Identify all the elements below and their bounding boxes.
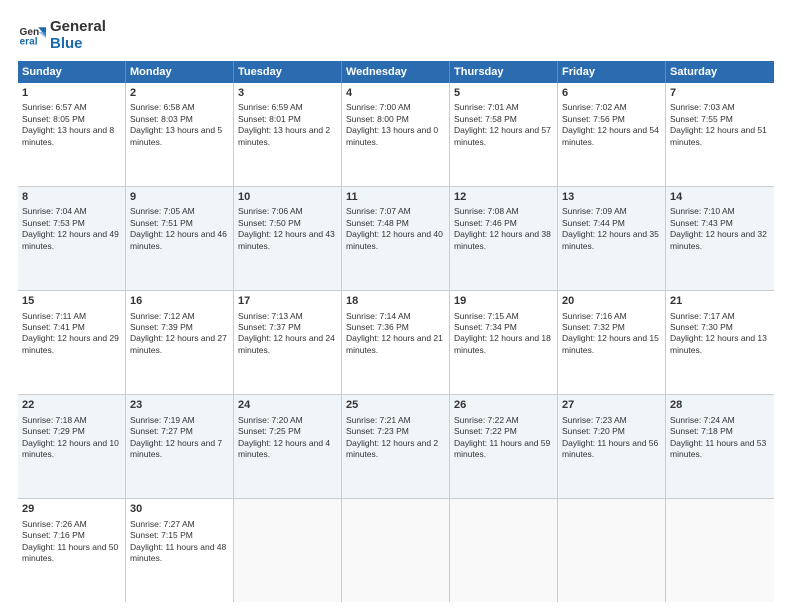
- logo: Gen eral General Blue: [18, 18, 106, 53]
- weekday-sunday: Sunday: [18, 61, 126, 83]
- logo-icon: Gen eral: [18, 21, 46, 49]
- calendar-header: Sunday Monday Tuesday Wednesday Thursday…: [18, 61, 774, 83]
- calendar-cell-1: 1Sunrise: 6:57 AMSunset: 8:05 PMDaylight…: [18, 83, 126, 186]
- calendar-cell-30: 30Sunrise: 7:27 AMSunset: 7:15 PMDayligh…: [126, 499, 234, 602]
- calendar-cell-25: 25Sunrise: 7:21 AMSunset: 7:23 PMDayligh…: [342, 395, 450, 498]
- calendar-cell-12: 12Sunrise: 7:08 AMSunset: 7:46 PMDayligh…: [450, 187, 558, 290]
- calendar-cell-23: 23Sunrise: 7:19 AMSunset: 7:27 PMDayligh…: [126, 395, 234, 498]
- calendar-cell-4: 4Sunrise: 7:00 AMSunset: 8:00 PMDaylight…: [342, 83, 450, 186]
- calendar-cell-19: 19Sunrise: 7:15 AMSunset: 7:34 PMDayligh…: [450, 291, 558, 394]
- calendar-cell-18: 18Sunrise: 7:14 AMSunset: 7:36 PMDayligh…: [342, 291, 450, 394]
- calendar-body: 1Sunrise: 6:57 AMSunset: 8:05 PMDaylight…: [18, 83, 774, 603]
- calendar-cell-20: 20Sunrise: 7:16 AMSunset: 7:32 PMDayligh…: [558, 291, 666, 394]
- svg-text:eral: eral: [20, 37, 38, 48]
- calendar-week-3: 15Sunrise: 7:11 AMSunset: 7:41 PMDayligh…: [18, 291, 774, 395]
- calendar-cell-empty-4-2: [234, 499, 342, 602]
- calendar-week-1: 1Sunrise: 6:57 AMSunset: 8:05 PMDaylight…: [18, 83, 774, 187]
- calendar-week-2: 8Sunrise: 7:04 AMSunset: 7:53 PMDaylight…: [18, 187, 774, 291]
- calendar-cell-6: 6Sunrise: 7:02 AMSunset: 7:56 PMDaylight…: [558, 83, 666, 186]
- calendar-cell-14: 14Sunrise: 7:10 AMSunset: 7:43 PMDayligh…: [666, 187, 774, 290]
- weekday-wednesday: Wednesday: [342, 61, 450, 83]
- calendar-cell-empty-4-4: [450, 499, 558, 602]
- weekday-friday: Friday: [558, 61, 666, 83]
- calendar-cell-9: 9Sunrise: 7:05 AMSunset: 7:51 PMDaylight…: [126, 187, 234, 290]
- calendar-cell-13: 13Sunrise: 7:09 AMSunset: 7:44 PMDayligh…: [558, 187, 666, 290]
- calendar-cell-3: 3Sunrise: 6:59 AMSunset: 8:01 PMDaylight…: [234, 83, 342, 186]
- calendar-cell-27: 27Sunrise: 7:23 AMSunset: 7:20 PMDayligh…: [558, 395, 666, 498]
- calendar-cell-17: 17Sunrise: 7:13 AMSunset: 7:37 PMDayligh…: [234, 291, 342, 394]
- calendar-cell-24: 24Sunrise: 7:20 AMSunset: 7:25 PMDayligh…: [234, 395, 342, 498]
- weekday-monday: Monday: [126, 61, 234, 83]
- calendar-cell-10: 10Sunrise: 7:06 AMSunset: 7:50 PMDayligh…: [234, 187, 342, 290]
- calendar-week-4: 22Sunrise: 7:18 AMSunset: 7:29 PMDayligh…: [18, 395, 774, 499]
- logo-blue: Blue: [50, 35, 106, 52]
- page-header: Gen eral General Blue: [18, 18, 774, 53]
- calendar-cell-empty-4-5: [558, 499, 666, 602]
- calendar-cell-15: 15Sunrise: 7:11 AMSunset: 7:41 PMDayligh…: [18, 291, 126, 394]
- calendar-cell-2: 2Sunrise: 6:58 AMSunset: 8:03 PMDaylight…: [126, 83, 234, 186]
- calendar-cell-5: 5Sunrise: 7:01 AMSunset: 7:58 PMDaylight…: [450, 83, 558, 186]
- weekday-thursday: Thursday: [450, 61, 558, 83]
- calendar-cell-16: 16Sunrise: 7:12 AMSunset: 7:39 PMDayligh…: [126, 291, 234, 394]
- weekday-saturday: Saturday: [666, 61, 774, 83]
- calendar: Sunday Monday Tuesday Wednesday Thursday…: [18, 61, 774, 603]
- calendar-cell-7: 7Sunrise: 7:03 AMSunset: 7:55 PMDaylight…: [666, 83, 774, 186]
- calendar-cell-28: 28Sunrise: 7:24 AMSunset: 7:18 PMDayligh…: [666, 395, 774, 498]
- calendar-cell-empty-4-6: [666, 499, 774, 602]
- weekday-tuesday: Tuesday: [234, 61, 342, 83]
- calendar-cell-11: 11Sunrise: 7:07 AMSunset: 7:48 PMDayligh…: [342, 187, 450, 290]
- calendar-cell-22: 22Sunrise: 7:18 AMSunset: 7:29 PMDayligh…: [18, 395, 126, 498]
- calendar-cell-empty-4-3: [342, 499, 450, 602]
- calendar-cell-8: 8Sunrise: 7:04 AMSunset: 7:53 PMDaylight…: [18, 187, 126, 290]
- calendar-cell-29: 29Sunrise: 7:26 AMSunset: 7:16 PMDayligh…: [18, 499, 126, 602]
- calendar-cell-21: 21Sunrise: 7:17 AMSunset: 7:30 PMDayligh…: [666, 291, 774, 394]
- logo-general: General: [50, 18, 106, 35]
- calendar-week-5: 29Sunrise: 7:26 AMSunset: 7:16 PMDayligh…: [18, 499, 774, 602]
- calendar-cell-26: 26Sunrise: 7:22 AMSunset: 7:22 PMDayligh…: [450, 395, 558, 498]
